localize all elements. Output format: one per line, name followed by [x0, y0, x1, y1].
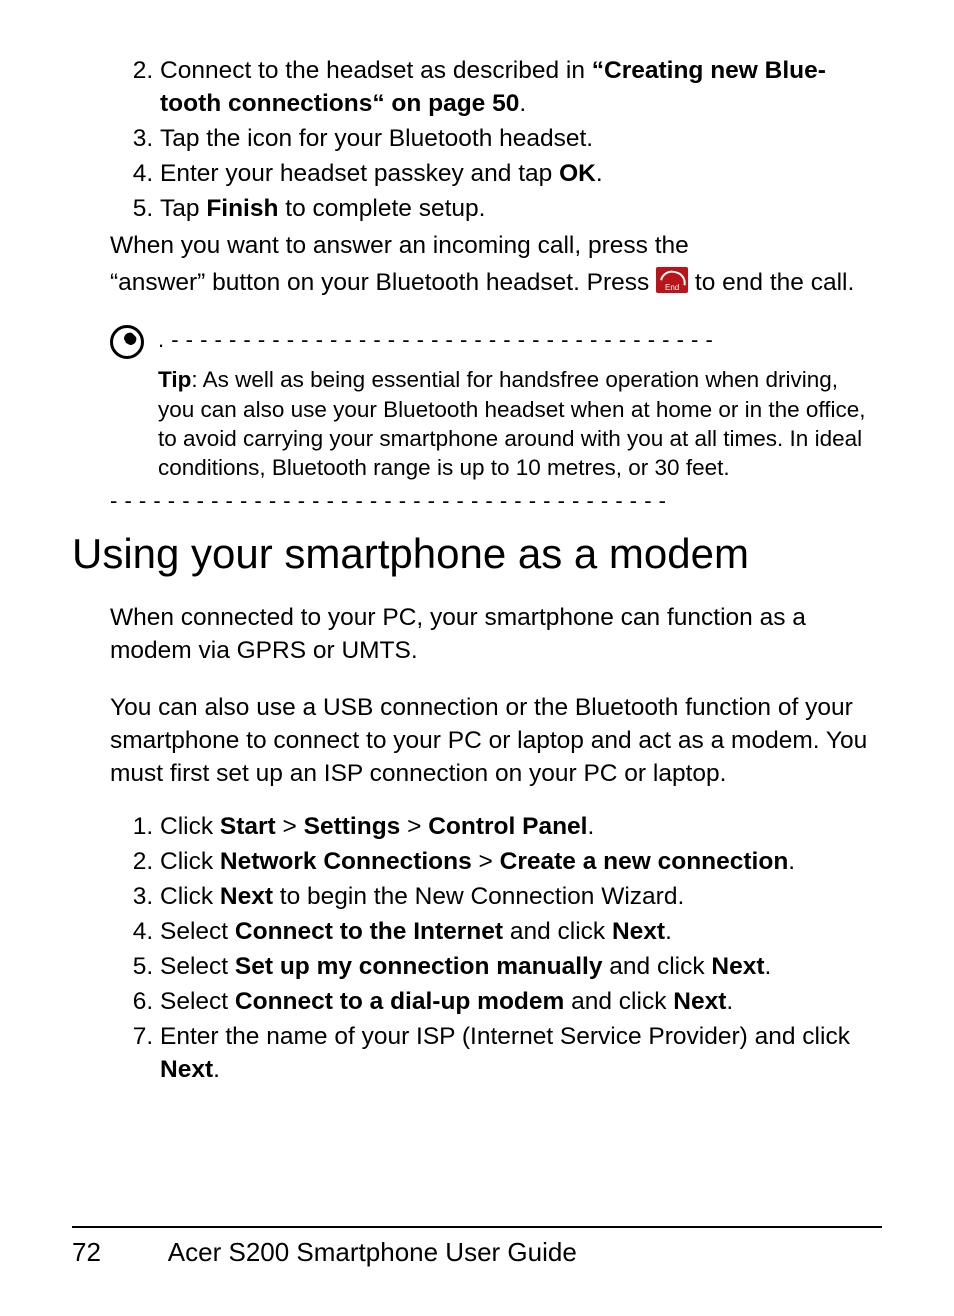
- s3-post: to begin the New Connection Wizard.: [273, 883, 684, 910]
- s4-pre: Select: [160, 918, 235, 945]
- s1-post: .: [587, 813, 594, 840]
- list-item: Select Set up my connection manually and…: [160, 950, 874, 983]
- s4-b2: Next: [612, 918, 665, 945]
- s6-post: .: [726, 988, 733, 1015]
- tip-text: Tip: As well as being essential for hand…: [158, 365, 874, 482]
- answer-call-para-2: “answer” button on your Bluetooth headse…: [110, 266, 874, 299]
- step-2-post: .: [519, 90, 526, 117]
- s6-b2: Next: [673, 988, 726, 1015]
- s2-b1: Network Connections: [220, 848, 472, 875]
- list-item: Click Next to begin the New Connection W…: [160, 880, 874, 913]
- page-number: 72: [72, 1235, 162, 1270]
- list-item: Enter your headset passkey and tap OK.: [160, 157, 874, 190]
- step-4-bold: OK: [559, 160, 596, 187]
- modem-steps-list: Click Start > Settings > Control Panel. …: [110, 810, 874, 1087]
- tip-dashes-top: . - - - - - - - - - - - - - - - - - - - …: [158, 329, 874, 351]
- s1-b1: Start: [220, 813, 276, 840]
- tip-body: : As well as being essential for handsfr…: [158, 367, 866, 480]
- step-5-post: to complete setup.: [278, 195, 485, 222]
- s4-b1: Connect to the Internet: [235, 918, 503, 945]
- s1-m2: >: [400, 813, 428, 840]
- tip-dashes-bottom: - - - - - - - - - - - - - - - - - - - - …: [110, 490, 874, 512]
- list-item: Select Connect to the Internet and click…: [160, 915, 874, 948]
- answer-call-para-1: When you want to answer an incoming call…: [110, 229, 874, 262]
- page: Connect to the headset as described in “…: [0, 0, 954, 1316]
- s4-post: .: [665, 918, 672, 945]
- list-item: Click Start > Settings > Control Panel.: [160, 810, 874, 843]
- s3-pre: Click: [160, 883, 220, 910]
- s1-m1: >: [276, 813, 304, 840]
- s5-post: .: [765, 953, 772, 980]
- s2-b2: Create a new connection: [500, 848, 789, 875]
- s7-post: .: [213, 1056, 220, 1083]
- s7-pre: Enter the name of your ISP (Internet Ser…: [160, 1023, 850, 1050]
- pin-icon: [110, 325, 144, 359]
- list-item: Click Network Connections > Create a new…: [160, 845, 874, 878]
- list-item: Tap Finish to complete setup.: [160, 192, 874, 225]
- s6-pre: Select: [160, 988, 235, 1015]
- s7-b1: Next: [160, 1056, 213, 1083]
- list-item: Select Connect to a dial-up modem and cl…: [160, 985, 874, 1018]
- tip-label: Tip: [158, 367, 191, 392]
- step-5-pre: Tap: [160, 195, 206, 222]
- list-item: Tap the icon for your Bluetooth headset.: [160, 122, 874, 155]
- s1-b3: Control Panel: [428, 813, 587, 840]
- p2-pre: “answer” button on your Bluetooth headse…: [110, 269, 656, 296]
- footer-title: Acer S200 Smartphone User Guide: [168, 1237, 577, 1267]
- modem-para-2: You can also use a USB connection or the…: [110, 691, 874, 790]
- s1-pre: Click: [160, 813, 220, 840]
- step-5-bold: Finish: [206, 195, 278, 222]
- s6-b1: Connect to a dial-up modem: [235, 988, 564, 1015]
- list-item: Enter the name of your ISP (Internet Ser…: [160, 1020, 874, 1086]
- s4-m1: and click: [503, 918, 612, 945]
- s5-b1: Set up my connection manually: [235, 953, 603, 980]
- s5-b2: Next: [711, 953, 764, 980]
- s6-m1: and click: [564, 988, 673, 1015]
- list-item: Connect to the headset as described in “…: [160, 54, 874, 120]
- tip-block: . - - - - - - - - - - - - - - - - - - - …: [110, 329, 874, 512]
- s2-post: .: [788, 848, 795, 875]
- step-2-pre: Connect to the headset as described in: [160, 57, 592, 84]
- s2-m1: >: [472, 848, 500, 875]
- p2-post: to end the call.: [688, 269, 854, 296]
- s2-pre: Click: [160, 848, 220, 875]
- content-area: Connect to the headset as described in “…: [72, 0, 882, 1087]
- modem-para-1: When connected to your PC, your smartpho…: [110, 601, 874, 667]
- headset-steps-list: Connect to the headset as described in “…: [110, 54, 874, 225]
- step-3: Tap the icon for your Bluetooth headset.: [160, 125, 593, 152]
- spacing: [110, 794, 874, 810]
- spacing: [110, 671, 874, 687]
- s3-b1: Next: [220, 883, 273, 910]
- step-4-pre: Enter your headset passkey and tap: [160, 160, 559, 187]
- s5-pre: Select: [160, 953, 235, 980]
- footer-rule: [72, 1226, 882, 1228]
- s5-m1: and click: [602, 953, 711, 980]
- s1-b2: Settings: [304, 813, 401, 840]
- section-heading: Using your smartphone as a modem: [72, 530, 874, 578]
- end-call-icon: [656, 267, 688, 293]
- page-footer: 72 Acer S200 Smartphone User Guide: [72, 1235, 882, 1270]
- step-4-post: .: [596, 160, 603, 187]
